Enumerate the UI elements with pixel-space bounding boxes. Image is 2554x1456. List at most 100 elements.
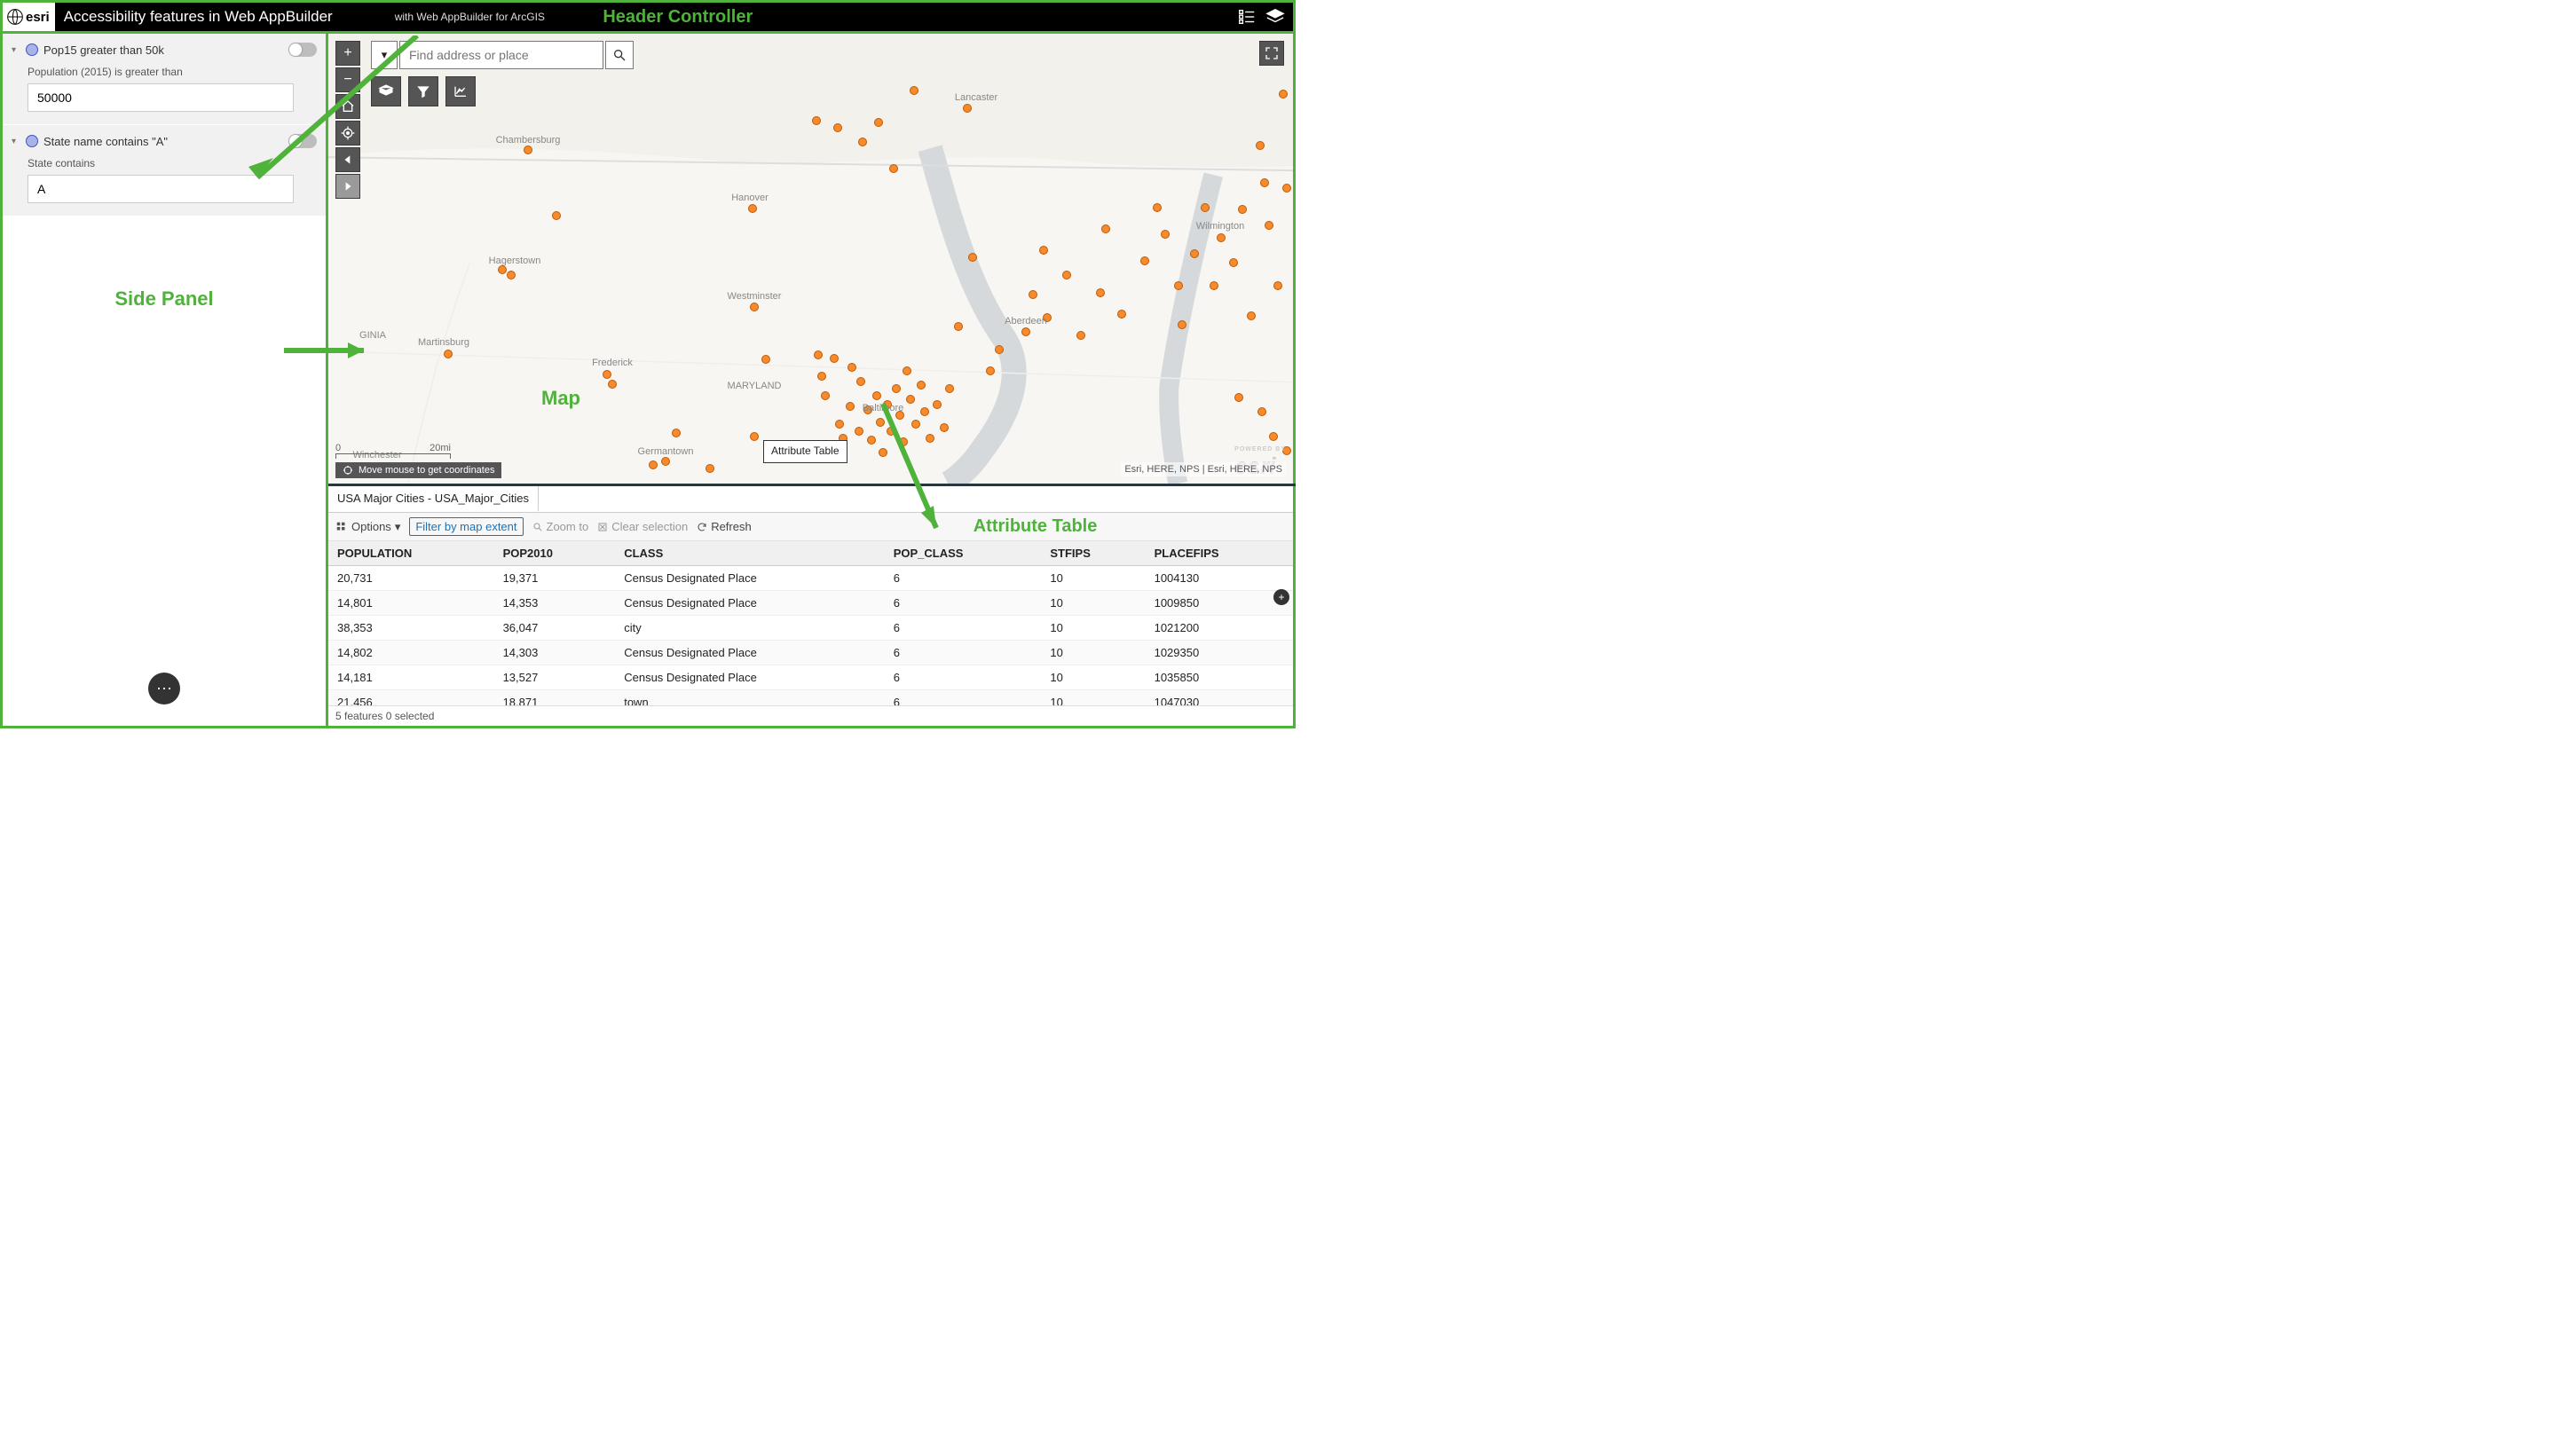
city-dot[interactable] [761, 355, 770, 364]
city-dot[interactable] [963, 104, 972, 113]
city-dot[interactable] [1269, 432, 1278, 441]
city-dot[interactable] [1076, 331, 1085, 340]
refresh-button[interactable]: Refresh [697, 520, 752, 533]
city-dot[interactable] [1021, 327, 1030, 336]
city-dot[interactable] [1217, 233, 1226, 242]
city-dot[interactable] [1174, 281, 1183, 290]
city-dot[interactable] [750, 303, 759, 311]
options-button[interactable]: Options ▾ [335, 520, 400, 534]
city-dot[interactable] [954, 322, 963, 331]
city-dot[interactable] [1260, 178, 1269, 187]
city-dot[interactable] [911, 420, 920, 429]
legend-button[interactable] [1234, 4, 1259, 29]
city-dot[interactable] [858, 138, 867, 146]
city-dot[interactable] [968, 253, 977, 262]
city-dot[interactable] [879, 448, 887, 457]
table-row[interactable]: 14,80114,353Census Designated Place61010… [328, 591, 1293, 616]
city-dot[interactable] [1234, 393, 1243, 402]
city-dot[interactable] [1282, 446, 1291, 455]
city-dot[interactable] [856, 377, 865, 386]
city-dot[interactable] [1117, 310, 1126, 319]
city-dot[interactable] [1062, 271, 1071, 279]
column-header[interactable]: POPULATION [328, 541, 494, 566]
table-row[interactable]: 38,35336,047city6101021200 [328, 616, 1293, 641]
city-dot[interactable] [661, 457, 670, 466]
locate-button[interactable] [335, 121, 360, 146]
city-dot[interactable] [649, 460, 658, 469]
city-dot[interactable] [498, 265, 507, 274]
city-dot[interactable] [867, 436, 876, 445]
city-dot[interactable] [1247, 311, 1256, 320]
column-header[interactable]: CLASS [615, 541, 884, 566]
city-dot[interactable] [830, 354, 839, 363]
zoom-out-button[interactable]: − [335, 67, 360, 92]
search-source-dropdown[interactable]: ▾ [371, 41, 398, 69]
city-dot[interactable] [552, 211, 561, 220]
fullscreen-button[interactable] [1259, 41, 1284, 66]
city-dot[interactable] [1201, 203, 1210, 212]
city-dot[interactable] [750, 432, 759, 441]
city-dot[interactable] [899, 437, 908, 446]
city-dot[interactable] [603, 370, 611, 379]
city-dot[interactable] [876, 418, 885, 427]
city-dot[interactable] [1029, 290, 1037, 299]
column-header[interactable]: PLACEFIPS [1146, 541, 1293, 566]
city-dot[interactable] [1161, 230, 1170, 239]
search-button[interactable] [605, 41, 634, 69]
city-dot[interactable] [833, 123, 842, 132]
state-input[interactable] [28, 175, 294, 203]
city-dot[interactable] [1238, 205, 1247, 214]
city-dot[interactable] [1190, 249, 1199, 258]
city-dot[interactable] [926, 434, 934, 443]
city-dot[interactable] [1039, 246, 1048, 255]
city-dot[interactable] [817, 372, 826, 381]
population-input[interactable] [28, 83, 294, 112]
city-dot[interactable] [1256, 141, 1265, 150]
table-row[interactable]: 20,73119,371Census Designated Place61010… [328, 566, 1293, 591]
city-dot[interactable] [887, 427, 895, 436]
column-header[interactable]: STFIPS [1041, 541, 1145, 566]
city-dot[interactable] [1257, 407, 1266, 416]
city-dot[interactable] [444, 350, 453, 358]
city-dot[interactable] [940, 423, 949, 432]
city-dot[interactable] [1265, 221, 1273, 230]
city-dot[interactable] [1273, 281, 1282, 290]
tab-usa-major-cities[interactable]: USA Major Cities - USA_Major_Cities [328, 486, 539, 512]
city-dot[interactable] [920, 407, 929, 416]
column-header[interactable]: POP_CLASS [885, 541, 1042, 566]
filter-widget[interactable] [408, 76, 438, 106]
city-dot[interactable] [1178, 320, 1186, 329]
city-dot[interactable] [1140, 256, 1149, 265]
add-column-button[interactable]: + [1273, 589, 1289, 605]
layers-button[interactable] [1263, 4, 1288, 29]
city-dot[interactable] [906, 395, 915, 404]
column-header[interactable]: POP2010 [494, 541, 616, 566]
city-dot[interactable] [507, 271, 516, 279]
city-dot[interactable] [1101, 224, 1110, 233]
filter-by-extent-button[interactable]: Filter by map extent [409, 517, 523, 536]
table-row[interactable]: 14,18113,527Census Designated Place61010… [328, 665, 1293, 690]
city-dot[interactable] [608, 380, 617, 389]
bookmarks-widget[interactable] [371, 76, 401, 106]
city-dot[interactable] [1096, 288, 1105, 297]
search-input[interactable] [399, 41, 603, 69]
city-dot[interactable] [706, 464, 714, 473]
chevron-down-icon[interactable]: ▾ [12, 137, 20, 146]
zoom-in-button[interactable]: + [335, 41, 360, 66]
city-dot[interactable] [1279, 90, 1288, 98]
city-dot[interactable] [995, 345, 1004, 354]
city-dot[interactable] [524, 146, 532, 154]
table-row[interactable]: 14,80214,303Census Designated Place61010… [328, 641, 1293, 665]
city-dot[interactable] [889, 164, 898, 173]
city-dot[interactable] [1229, 258, 1238, 267]
chevron-down-icon[interactable]: ▾ [12, 45, 20, 55]
city-dot[interactable] [910, 86, 918, 95]
city-dot[interactable] [835, 420, 844, 429]
more-actions-fab[interactable]: ⋯ [148, 673, 180, 704]
city-dot[interactable] [1210, 281, 1218, 290]
city-dot[interactable] [945, 384, 954, 393]
filter-toggle[interactable] [288, 43, 317, 57]
city-dot[interactable] [1282, 184, 1291, 193]
city-dot[interactable] [812, 116, 821, 125]
city-dot[interactable] [821, 391, 830, 400]
